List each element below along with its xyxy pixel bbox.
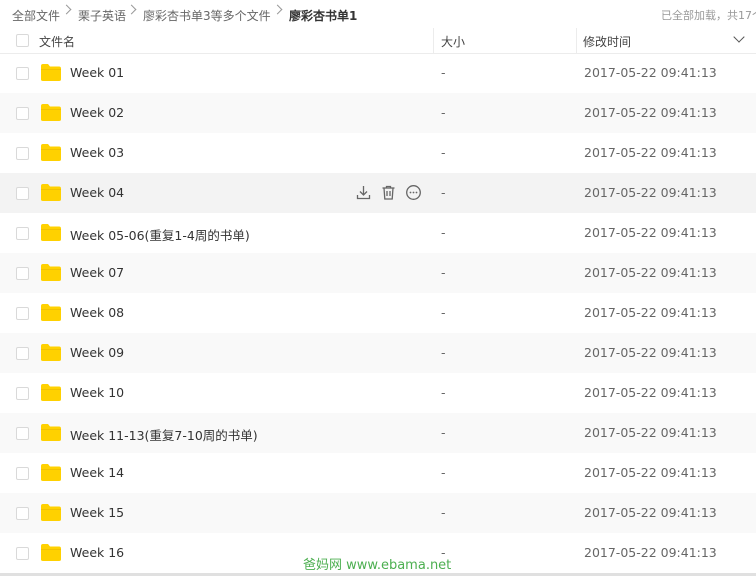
column-header-modified[interactable]: 修改时间 [583, 33, 631, 50]
folder-icon [40, 343, 62, 362]
modified-time: 2017-05-22 09:41:13 [584, 265, 717, 280]
file-name-link[interactable]: Week 09 [70, 345, 124, 360]
modified-time: 2017-05-22 09:41:13 [584, 385, 717, 400]
row-checkbox[interactable] [16, 307, 29, 320]
modified-time: 2017-05-22 09:41:13 [584, 425, 717, 440]
column-header-size[interactable]: 大小 [441, 33, 465, 50]
row-checkbox[interactable] [16, 147, 29, 160]
file-size: - [441, 465, 446, 480]
file-size: - [441, 425, 446, 440]
file-size: - [441, 65, 446, 80]
modified-time: 2017-05-22 09:41:13 [584, 145, 717, 160]
file-size: - [441, 145, 446, 160]
row-checkbox[interactable] [16, 347, 29, 360]
download-icon[interactable] [355, 184, 372, 201]
file-size: - [441, 185, 446, 200]
more-icon[interactable] [405, 184, 422, 201]
table-row[interactable]: Week 15 - 2017-05-22 09:41:13 [0, 493, 756, 533]
file-name-link[interactable]: Week 08 [70, 305, 124, 320]
folder-icon [40, 183, 62, 202]
file-name-link[interactable]: Week 11-13(重复7-10周的书单) [70, 425, 258, 444]
row-checkbox[interactable] [16, 107, 29, 120]
file-size: - [441, 305, 446, 320]
row-checkbox[interactable] [16, 427, 29, 440]
table-row[interactable]: Week 01 - 2017-05-22 09:41:13 [0, 53, 756, 93]
modified-time: 2017-05-22 09:41:13 [584, 505, 717, 520]
file-name-link[interactable]: Week 15 [70, 505, 124, 520]
column-header-name[interactable]: 文件名 [39, 33, 75, 50]
modified-time: 2017-05-22 09:41:13 [584, 545, 717, 560]
chevron-down-icon[interactable] [733, 31, 745, 43]
breadcrumb-item[interactable]: 廖彩杏书单3等多个文件 [143, 7, 271, 24]
row-checkbox[interactable] [16, 547, 29, 560]
table-row[interactable]: Week 08 - 2017-05-22 09:41:13 [0, 293, 756, 333]
modified-time: 2017-05-22 09:41:13 [584, 185, 717, 200]
file-name-link[interactable]: Week 05-06(重复1-4周的书单) [70, 225, 250, 244]
folder-icon [40, 143, 62, 162]
file-list-header: 文件名 大小 修改时间 [0, 28, 756, 54]
file-name-link[interactable]: Week 10 [70, 385, 124, 400]
watermark: 爸妈网 www.ebama.net [303, 558, 452, 573]
file-name-link[interactable]: Week 02 [70, 105, 124, 120]
file-size: - [441, 265, 446, 280]
file-size: - [441, 345, 446, 360]
file-size: - [441, 225, 446, 240]
folder-icon [40, 63, 62, 82]
row-checkbox[interactable] [16, 227, 29, 240]
column-divider[interactable] [576, 28, 577, 53]
row-checkbox[interactable] [16, 387, 29, 400]
modified-time: 2017-05-22 09:41:13 [584, 345, 717, 360]
folder-icon [40, 103, 62, 122]
folder-icon [40, 223, 62, 242]
modified-time: 2017-05-22 09:41:13 [584, 465, 717, 480]
table-row[interactable]: Week 11-13(重复7-10周的书单) - 2017-05-22 09:41:… [0, 413, 756, 453]
breadcrumb-current: 廖彩杏书单1 [289, 9, 358, 23]
row-checkbox[interactable] [16, 67, 29, 80]
chevron-right-icon [61, 4, 72, 15]
select-all-checkbox[interactable] [16, 34, 29, 47]
table-row[interactable]: Week 09 - 2017-05-22 09:41:13 [0, 333, 756, 373]
folder-icon [40, 463, 62, 482]
file-size: - [441, 105, 446, 120]
row-checkbox[interactable] [16, 507, 29, 520]
modified-time: 2017-05-22 09:41:13 [584, 105, 717, 120]
load-status: 已全部加载，共17个 [661, 9, 756, 22]
table-row[interactable]: Week 05-06(重复1-4周的书单) - 2017-05-22 09:41:1… [0, 213, 756, 253]
folder-icon [40, 543, 62, 562]
modified-time: 2017-05-22 09:41:13 [584, 65, 717, 80]
chevron-right-icon [272, 4, 283, 15]
table-row[interactable]: Week 07 - 2017-05-22 09:41:13 [0, 253, 756, 293]
column-divider[interactable] [433, 28, 434, 53]
row-checkbox[interactable] [16, 467, 29, 480]
folder-icon [40, 303, 62, 322]
delete-icon[interactable] [380, 184, 397, 201]
table-row[interactable]: Week 14 - 2017-05-22 09:41:13 [0, 453, 756, 493]
folder-icon [40, 263, 62, 282]
file-name-link[interactable]: Week 16 [70, 545, 124, 560]
file-name-link[interactable]: Week 04 [70, 185, 124, 200]
file-size: - [441, 505, 446, 520]
modified-time: 2017-05-22 09:41:13 [584, 305, 717, 320]
breadcrumb-item[interactable]: 栗子英语 [78, 7, 126, 24]
row-checkbox[interactable] [16, 187, 29, 200]
folder-icon [40, 503, 62, 522]
folder-icon [40, 383, 62, 402]
chevron-right-icon [126, 4, 137, 15]
row-checkbox[interactable] [16, 267, 29, 280]
breadcrumb-item-all-files[interactable]: 全部文件 [12, 7, 60, 24]
file-name-link[interactable]: Week 01 [70, 65, 124, 80]
folder-icon [40, 423, 62, 442]
file-name-link[interactable]: Week 03 [70, 145, 124, 160]
table-row[interactable]: Week 04 - 2017-05-22 09:41:13 [0, 173, 756, 213]
table-row[interactable]: Week 10 - 2017-05-22 09:41:13 [0, 373, 756, 413]
table-row[interactable]: Week 02 - 2017-05-22 09:41:13 [0, 93, 756, 133]
file-name-link[interactable]: Week 07 [70, 265, 124, 280]
file-name-link[interactable]: Week 14 [70, 465, 124, 480]
table-row[interactable]: Week 03 - 2017-05-22 09:41:13 [0, 133, 756, 173]
modified-time: 2017-05-22 09:41:13 [584, 225, 717, 240]
file-size: - [441, 385, 446, 400]
breadcrumb: 全部文件 栗子英语 廖彩杏书单3等多个文件 廖彩杏书单1 已全部加载，共17个 [0, 0, 756, 28]
